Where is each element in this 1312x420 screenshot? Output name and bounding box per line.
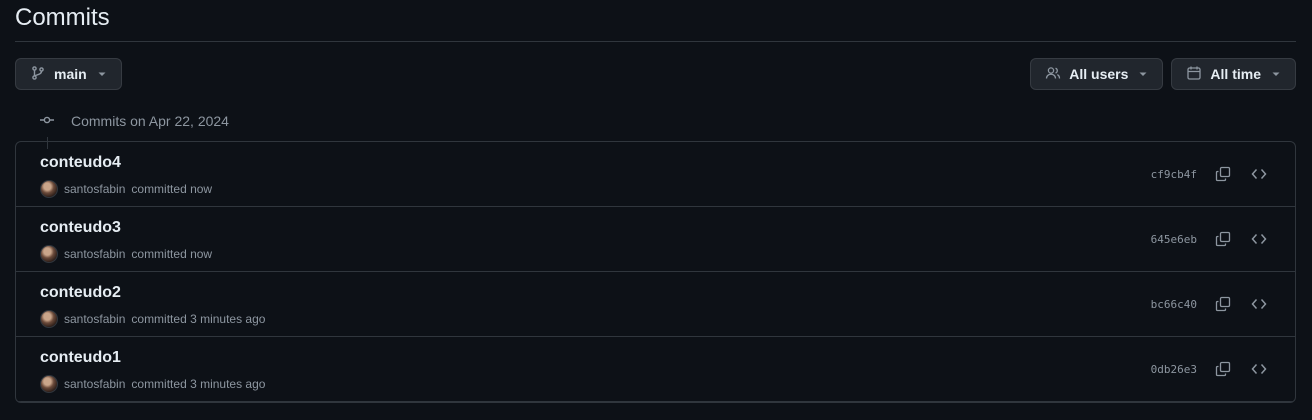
commit-actions: bc66c40 bbox=[1151, 272, 1271, 336]
commit-time: committed 3 minutes ago bbox=[131, 377, 266, 391]
triangle-down-icon bbox=[1271, 66, 1281, 82]
commit-row: conteudo4 santosfabin committed now cf9c… bbox=[16, 142, 1295, 207]
copy-icon[interactable] bbox=[1211, 162, 1235, 186]
avatar[interactable] bbox=[40, 180, 58, 198]
users-filter-label: All users bbox=[1069, 66, 1129, 82]
code-icon[interactable] bbox=[1247, 162, 1271, 186]
commit-title-link[interactable]: conteudo3 bbox=[40, 219, 121, 237]
avatar[interactable] bbox=[40, 245, 58, 263]
commit-title-link[interactable]: conteudo1 bbox=[40, 349, 121, 367]
commit-meta: santosfabin committed now bbox=[40, 180, 212, 198]
users-filter-button[interactable]: All users bbox=[1030, 58, 1164, 90]
author-link[interactable]: santosfabin bbox=[64, 312, 125, 326]
branch-label: main bbox=[54, 66, 87, 82]
commit-list: conteudo4 santosfabin committed now cf9c… bbox=[15, 141, 1296, 403]
commit-time: committed now bbox=[131, 247, 213, 261]
code-icon[interactable] bbox=[1247, 292, 1271, 316]
commit-row: conteudo2 santosfabin committed 3 minute… bbox=[16, 272, 1295, 337]
commit-sha-link[interactable]: bc66c40 bbox=[1151, 298, 1197, 311]
commit-group-header: Commits on Apr 22, 2024 bbox=[15, 105, 1296, 149]
copy-icon[interactable] bbox=[1211, 357, 1235, 381]
git-branch-icon bbox=[30, 65, 46, 84]
time-filter-button[interactable]: All time bbox=[1171, 58, 1296, 90]
time-filter-label: All time bbox=[1210, 66, 1261, 82]
code-icon[interactable] bbox=[1247, 227, 1271, 251]
calendar-icon bbox=[1186, 65, 1202, 84]
commit-meta: santosfabin committed 3 minutes ago bbox=[40, 375, 265, 393]
title-divider bbox=[15, 41, 1296, 42]
commit-title-link[interactable]: conteudo4 bbox=[40, 154, 121, 172]
author-link[interactable]: santosfabin bbox=[64, 247, 125, 261]
commit-sha-link[interactable]: 645e6eb bbox=[1151, 233, 1197, 246]
commit-sha-link[interactable]: cf9cb4f bbox=[1151, 168, 1197, 181]
triangle-down-icon bbox=[97, 66, 107, 82]
avatar[interactable] bbox=[40, 375, 58, 393]
code-icon[interactable] bbox=[1247, 357, 1271, 381]
avatar[interactable] bbox=[40, 310, 58, 328]
commit-meta: santosfabin committed 3 minutes ago bbox=[40, 310, 265, 328]
commit-group-date: Commits on Apr 22, 2024 bbox=[71, 113, 229, 129]
branch-select-button[interactable]: main bbox=[15, 58, 122, 90]
commit-meta: santosfabin committed now bbox=[40, 245, 212, 263]
author-link[interactable]: santosfabin bbox=[64, 377, 125, 391]
commit-actions: cf9cb4f bbox=[1151, 142, 1271, 206]
commit-actions: 645e6eb bbox=[1151, 207, 1271, 271]
commit-actions: 0db26e3 bbox=[1151, 337, 1271, 401]
commit-time: committed 3 minutes ago bbox=[131, 312, 266, 326]
author-link[interactable]: santosfabin bbox=[64, 182, 125, 196]
commit-sha-link[interactable]: 0db26e3 bbox=[1151, 363, 1197, 376]
toolbar: main All users All time bbox=[15, 58, 1296, 90]
commit-time: committed now bbox=[131, 182, 213, 196]
commits-page: Commits main All users All time Commits … bbox=[0, 0, 1312, 420]
commit-row: conteudo3 santosfabin committed now 645e… bbox=[16, 207, 1295, 272]
page-title: Commits bbox=[15, 4, 110, 31]
copy-icon[interactable] bbox=[1211, 227, 1235, 251]
filter-group: All users All time bbox=[1030, 58, 1296, 90]
commit-row: conteudo1 santosfabin committed 3 minute… bbox=[16, 337, 1295, 402]
triangle-down-icon bbox=[1138, 66, 1148, 82]
people-icon bbox=[1045, 65, 1061, 84]
commit-title-link[interactable]: conteudo2 bbox=[40, 284, 121, 302]
copy-icon[interactable] bbox=[1211, 292, 1235, 316]
git-commit-icon bbox=[39, 112, 55, 131]
